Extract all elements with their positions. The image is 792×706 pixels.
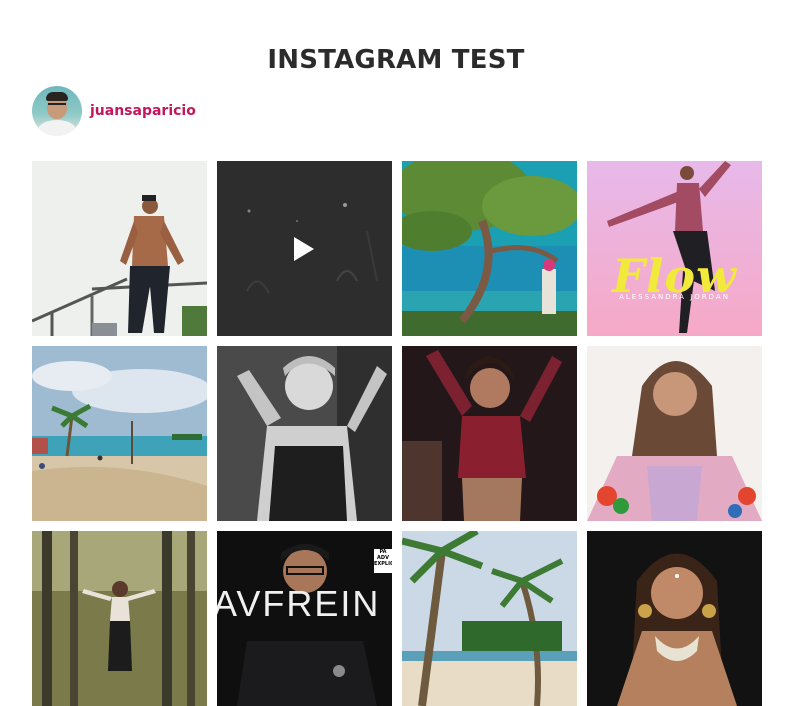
avatar[interactable] — [32, 86, 82, 136]
album-title: AVFREIN — [217, 583, 381, 624]
photo-tile[interactable] — [587, 346, 762, 521]
profile-header: juansaparicio — [32, 86, 196, 136]
photo-tile[interactable] — [32, 161, 207, 336]
photo-tile[interactable] — [217, 346, 392, 521]
page-title: INSTAGRAM TEST — [267, 45, 525, 76]
photo-tile[interactable] — [587, 531, 762, 706]
photo-tile[interactable] — [402, 346, 577, 521]
album-subtitle: ALESSANDRA JORDAN — [619, 293, 730, 301]
photo-tile[interactable] — [32, 531, 207, 706]
album-cover-tile[interactable]: AVFREIN PA ADV EXPLIC — [217, 531, 392, 706]
parental-advisory-badge: PA ADV EXPLIC — [374, 549, 392, 573]
album-cover-tile[interactable]: Flow ALESSANDRA JORDAN — [587, 161, 762, 336]
photo-tile[interactable] — [402, 161, 577, 336]
photo-grid: Flow ALESSANDRA JORDAN AVFREIN PA ADV EX… — [32, 161, 762, 706]
username-link[interactable]: juansaparicio — [90, 103, 196, 119]
video-tile[interactable] — [217, 161, 392, 336]
play-icon[interactable] — [294, 237, 314, 261]
photo-tile[interactable] — [402, 531, 577, 706]
photo-tile[interactable] — [32, 346, 207, 521]
